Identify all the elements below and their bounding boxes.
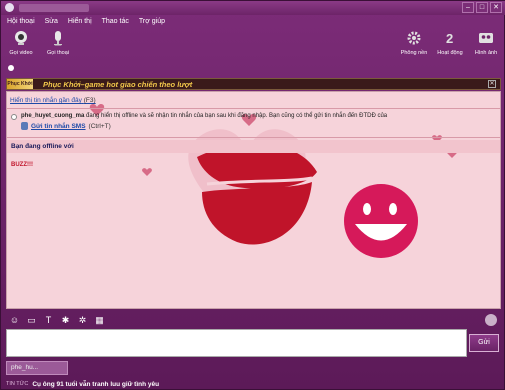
chat-bubble-button[interactable]: ▭	[26, 315, 37, 326]
smiley-icon	[344, 184, 418, 258]
background-label: Phông nền	[400, 50, 428, 56]
divider	[7, 137, 500, 138]
news-headline[interactable]: Cụ ông 91 tuổi vẫn tranh luu giữ tình yê…	[32, 381, 159, 388]
activity-label: Hoạt động	[437, 50, 463, 56]
lips-icon	[197, 143, 317, 245]
title-bar: – □ ✕	[1, 1, 505, 15]
settings-button[interactable]: ✲	[77, 315, 88, 326]
microphone-icon	[54, 31, 62, 46]
news-ticker: TIN TỨC Cụ ông 91 tuổi vẫn tranh luu giữ…	[1, 377, 505, 390]
image-button[interactable]: ▦	[94, 315, 105, 326]
message-input[interactable]	[6, 329, 467, 357]
font-button[interactable]: T	[43, 315, 54, 326]
banner-text[interactable]: Phục Khởi–game hot giao chiến theo lượt	[43, 80, 192, 89]
menu-edit[interactable]: Sửa	[45, 18, 58, 25]
window-title	[19, 4, 89, 12]
messenger-window: – □ ✕ Hội thoại Sửa Hiển thị Thao tác Tr…	[0, 0, 505, 390]
offline-status-bar: Bạn đang offline với	[7, 140, 500, 153]
offline-notice: phe_huyet_cuong_ma đang hiển thị offline…	[7, 109, 500, 135]
photos-label: Hình ảnh	[474, 50, 498, 56]
smiley-button[interactable]: ☺	[9, 315, 20, 326]
recent-messages-label[interactable]: Hiển thị tin nhắn gần đây	[10, 97, 82, 104]
video-call-label: Gọi video	[9, 50, 33, 56]
offline-status-text: Bạn đang offline với	[11, 143, 74, 150]
voice-call-button[interactable]: Gọi thoại	[41, 30, 75, 56]
ad-banner[interactable]: Phục Khởi Phục Khởi–game hot giao chiến …	[6, 78, 501, 90]
activity-button[interactable]: 2 Hoạt động	[433, 30, 467, 56]
recent-messages-shortcut: (F3)	[83, 97, 96, 104]
svg-text:2: 2	[446, 31, 453, 46]
video-call-button[interactable]: Gọi video	[4, 30, 38, 56]
status-indicator[interactable]	[8, 65, 14, 71]
close-button[interactable]: ✕	[490, 2, 502, 13]
contact-avatar-icon[interactable]	[485, 314, 497, 326]
emoticon-toolbar: ☺ ▭ T ✱ ✲ ▦	[6, 312, 501, 328]
buzz-message: BUZZ!!!	[11, 162, 33, 168]
phone-icon	[21, 122, 28, 130]
app-icon	[5, 3, 14, 12]
offline-message: phe_huyet_cuong_ma đang hiển thị offline…	[21, 113, 387, 119]
number-2-icon: 2	[446, 31, 453, 46]
recent-messages-link[interactable]: Hiển thị tin nhắn gần đây (F3)	[10, 97, 96, 104]
menu-actions[interactable]: Thao tác	[102, 18, 129, 25]
menu-conversation[interactable]: Hội thoại	[7, 18, 35, 25]
toolbar: Gọi video Gọi thoại Phông nền 2 Hoạt độn…	[1, 28, 505, 64]
gear-icon	[407, 31, 421, 45]
webcam-icon	[15, 31, 27, 45]
heart-icon	[142, 168, 152, 176]
banner-logo: Phục Khởi	[7, 79, 33, 89]
offline-username: phe_huyet_cuong_ma	[21, 113, 85, 119]
menu-bar: Hội thoại Sửa Hiển thị Thao tác Trợ giúp	[1, 15, 505, 28]
contacts-icon	[479, 33, 493, 43]
conversation-tabs: phe_hu...	[1, 359, 505, 376]
info-icon	[11, 114, 17, 120]
menu-help[interactable]: Trợ giúp	[139, 18, 165, 25]
offline-message-text: đang hiển thị offline và sẽ nhận tin nhắ…	[84, 113, 388, 119]
conversation-tab[interactable]: phe_hu...	[6, 361, 68, 375]
sms-row: Gửi tin nhắn SMS (Ctrl+T)	[21, 122, 111, 130]
chat-history: Hiển thị tin nhắn gần đây (F3) phe_huyet…	[6, 91, 501, 309]
bug-button[interactable]: ✱	[60, 315, 71, 326]
news-label: TIN TỨC	[6, 381, 29, 387]
send-button[interactable]: Gửi	[469, 334, 499, 352]
send-sms-shortcut: (Ctrl+T)	[88, 122, 111, 130]
voice-call-label: Gọi thoại	[46, 50, 69, 56]
maximize-button[interactable]: □	[476, 2, 488, 13]
banner-close-button[interactable]: ✕	[488, 80, 496, 88]
send-sms-link[interactable]: Gửi tin nhắn SMS	[31, 123, 86, 130]
photos-button[interactable]: Hình ảnh	[469, 30, 503, 56]
menu-view[interactable]: Hiển thị	[68, 18, 92, 25]
background-button[interactable]: Phông nền	[397, 30, 431, 56]
minimize-button[interactable]: –	[462, 2, 474, 13]
